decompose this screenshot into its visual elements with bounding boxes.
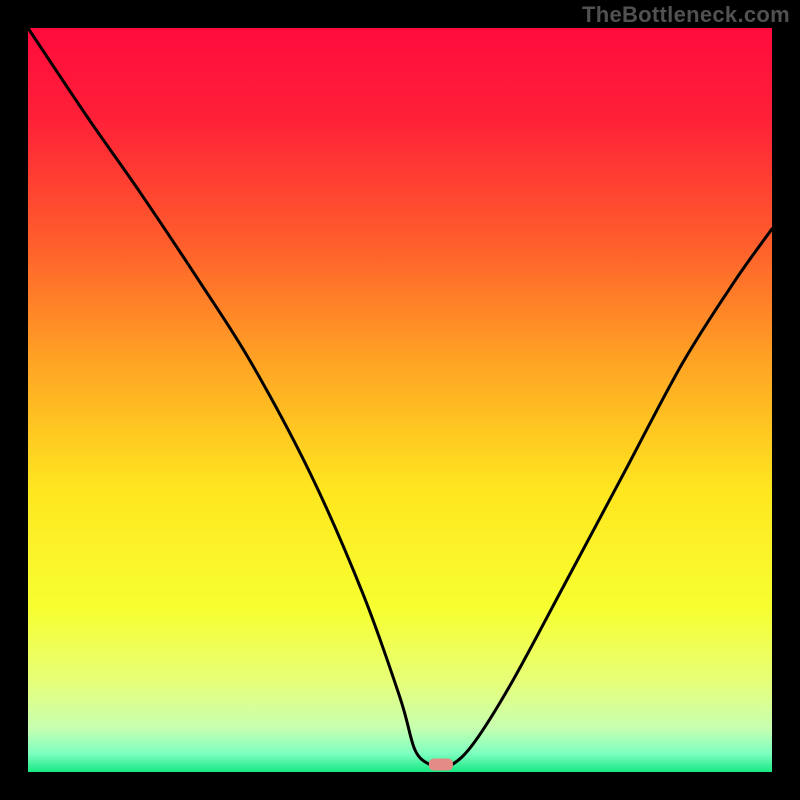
watermark-text: TheBottleneck.com [582, 2, 790, 28]
gradient-background [28, 28, 772, 772]
plot-area [28, 28, 772, 772]
chart-frame: TheBottleneck.com [0, 0, 800, 800]
chart-svg [28, 28, 772, 772]
minimum-marker [429, 759, 453, 771]
